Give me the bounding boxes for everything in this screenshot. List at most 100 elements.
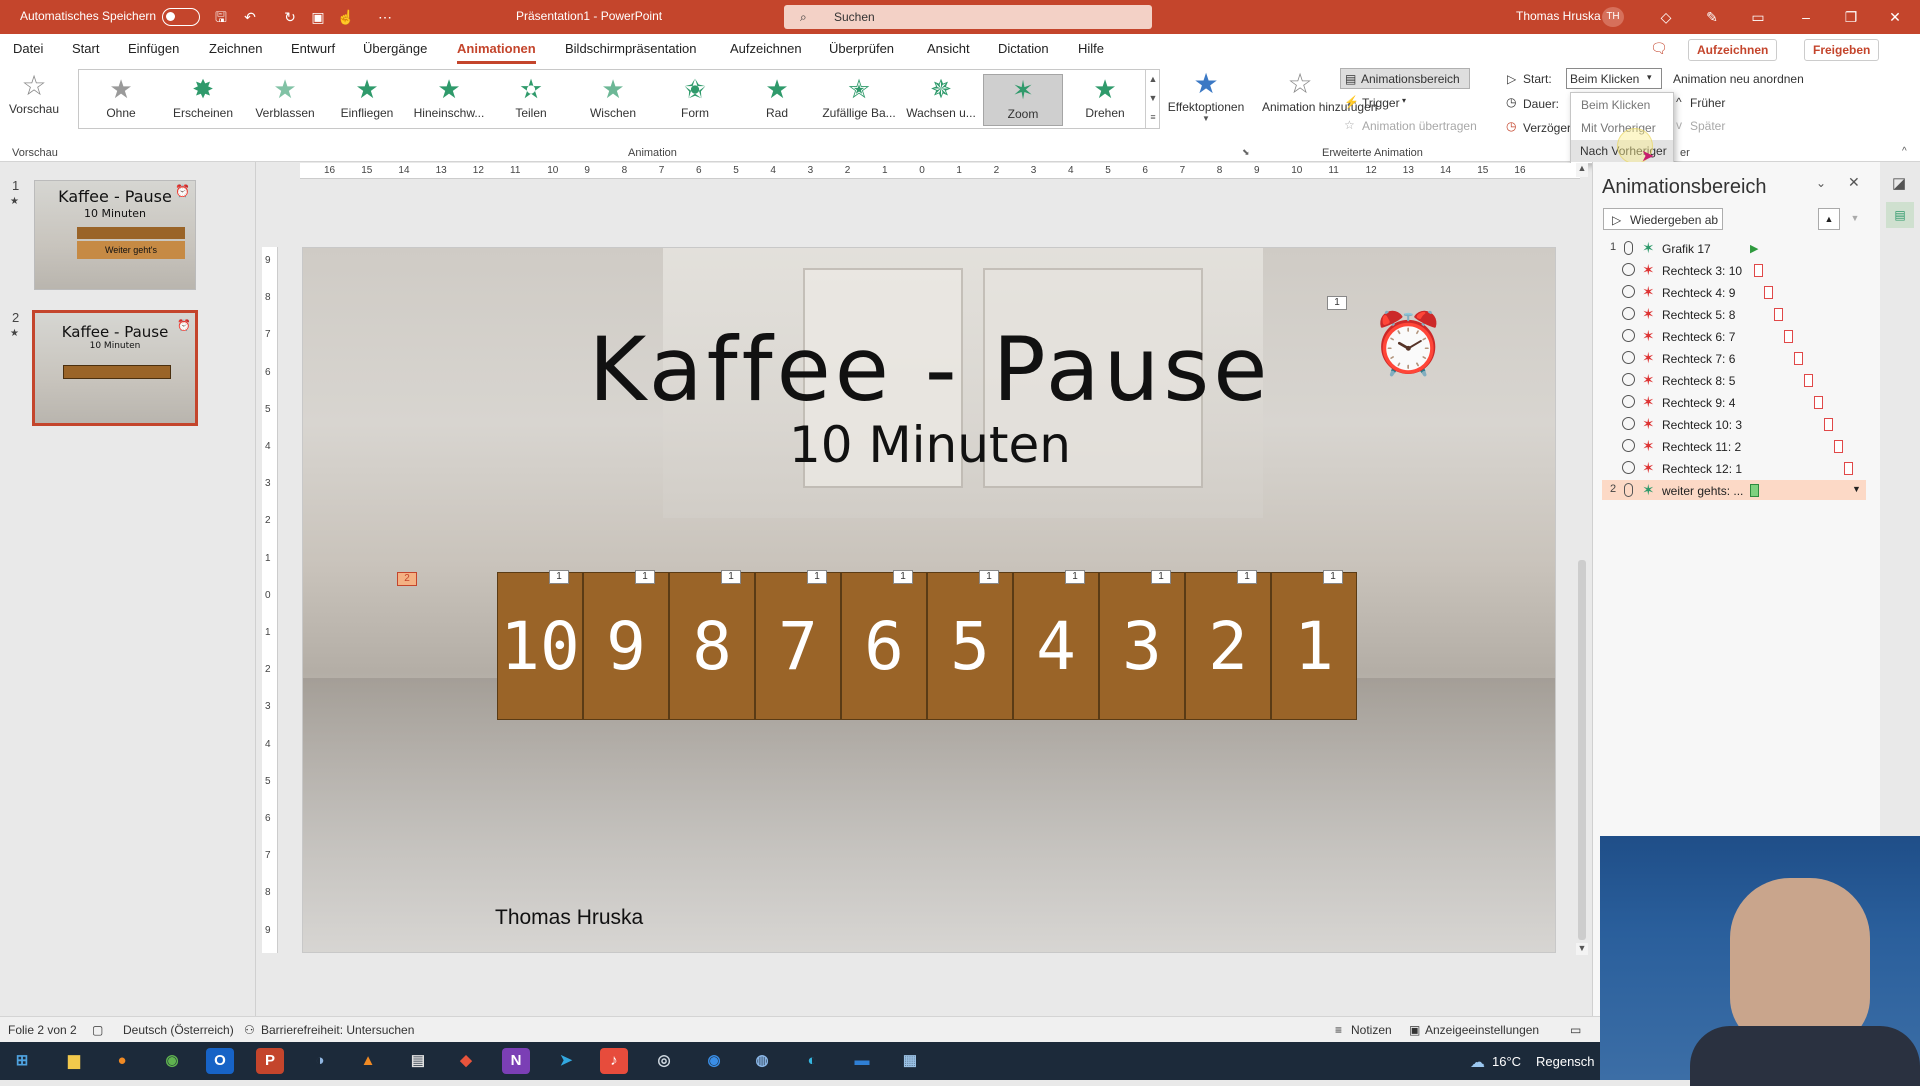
slide-thumbnail-1[interactable]: Kaffee - Pause 10 Minuten Weiter geht's … xyxy=(34,180,196,290)
present-icon[interactable]: ▣ xyxy=(308,7,328,27)
countdown-tile[interactable]: 1 xyxy=(1271,572,1357,720)
collapse-ribbon-icon[interactable]: ^ xyxy=(1902,146,1907,157)
countdown-tile[interactable]: 7 xyxy=(755,572,841,720)
slide-thumbnail-2[interactable]: Kaffee - Pause 10 Minuten ⏰ xyxy=(32,310,198,426)
animation-list-item[interactable]: ✶ Rechteck 9: 4 xyxy=(1602,392,1866,412)
share-button[interactable]: Freigeben xyxy=(1804,39,1880,61)
anim-rad[interactable]: ★ Rad xyxy=(737,74,817,126)
effect-options-button[interactable]: ★ Effektoptionen ▼ xyxy=(1164,68,1248,138)
anim-drehen[interactable]: ★ Drehen xyxy=(1065,74,1145,126)
language[interactable]: Deutsch (Österreich) xyxy=(123,1023,234,1037)
animation-list-item[interactable]: ✶ Rechteck 12: 1 xyxy=(1602,458,1866,478)
anim-ohne[interactable]: ★ Ohne xyxy=(81,74,161,126)
ribbon-display-icon[interactable]: ▭ xyxy=(1748,7,1768,27)
animation-pane-button[interactable]: ▤ Animationsbereich xyxy=(1340,68,1470,89)
tab-start[interactable]: Start xyxy=(72,41,99,56)
chevron-down-icon[interactable]: ▼ xyxy=(1852,484,1861,494)
tab-datei[interactable]: Datei xyxy=(13,41,43,56)
anim-zoom[interactable]: ✶ Zoom xyxy=(983,74,1063,126)
tab-aufzeichnen[interactable]: Aufzeichnen xyxy=(730,41,802,56)
play-from-button[interactable]: ▷ Wiedergeben ab xyxy=(1603,208,1723,230)
anim-verblassen[interactable]: ★ Verblassen xyxy=(245,74,325,126)
animation-list-item[interactable]: ✶ Rechteck 8: 5 xyxy=(1602,370,1866,390)
move-up-button[interactable]: ▲ xyxy=(1818,208,1840,230)
close-icon[interactable]: ✕ xyxy=(1848,174,1860,191)
tab-entwurf[interactable]: Entwurf xyxy=(291,41,335,56)
animation-list-item[interactable]: 1 ✶ Grafik 17 ▶ xyxy=(1602,238,1866,258)
move-later-button[interactable]: v Später xyxy=(1676,118,1746,136)
tab-zeichnen[interactable]: Zeichnen xyxy=(209,41,262,56)
countdown-tile[interactable]: 8 xyxy=(669,572,755,720)
firefox-icon[interactable]: ● xyxy=(108,1048,136,1074)
tab-hilfe[interactable]: Hilfe xyxy=(1078,41,1104,56)
animation-list-item[interactable]: ✶ Rechteck 11: 2 xyxy=(1602,436,1866,456)
animation-painter-button[interactable]: ☆ Animation übertragen xyxy=(1344,118,1494,136)
countdown-tile[interactable]: 10 xyxy=(497,572,583,720)
onenote-icon[interactable]: N xyxy=(502,1048,530,1074)
outlook-icon[interactable]: O xyxy=(206,1048,234,1074)
weather-text[interactable]: Regensch xyxy=(1536,1054,1595,1069)
autosave-toggle[interactable] xyxy=(162,8,200,26)
gallery-scroll[interactable]: ▲ ▼ ≡ xyxy=(1145,70,1160,128)
animation-list-item[interactable]: ✶ Rechteck 6: 7 xyxy=(1602,326,1866,346)
animation-list-item[interactable]: ✶ Rechteck 5: 8 xyxy=(1602,304,1866,324)
app-icon[interactable]: ◎ xyxy=(650,1048,678,1074)
chevron-down-icon[interactable]: ⌄ xyxy=(1816,176,1826,190)
vlc-icon[interactable]: ▲ xyxy=(354,1048,382,1074)
app-icon[interactable]: ◍ xyxy=(748,1048,776,1074)
normal-view-icon[interactable]: ▭ xyxy=(1570,1023,1581,1037)
diamond-icon[interactable]: ◇ xyxy=(1656,7,1676,27)
animation-list-item[interactable]: ✶ Rechteck 7: 6 xyxy=(1602,348,1866,368)
customize-qat-icon[interactable]: ⋯ xyxy=(375,7,395,27)
edge-icon[interactable]: ◐ xyxy=(798,1048,826,1074)
tab-uebergaenge[interactable]: Übergänge xyxy=(363,41,427,56)
app-icon[interactable]: ▦ xyxy=(896,1048,924,1074)
save-icon[interactable]: 🖫 xyxy=(211,7,231,27)
record-button[interactable]: Aufzeichnen xyxy=(1688,39,1778,61)
tab-bildschirmpraesentation[interactable]: Bildschirmpräsentation xyxy=(565,41,697,56)
pen-icon[interactable]: ✎ xyxy=(1702,7,1722,27)
countdown-tile[interactable]: 5 xyxy=(927,572,1013,720)
countdown-tile[interactable]: 4 xyxy=(1013,572,1099,720)
weather-temp[interactable]: 16°C xyxy=(1492,1054,1521,1069)
windows-start-icon[interactable]: ⊞ xyxy=(8,1048,36,1074)
slide-canvas[interactable]: Kaffee - Pause 10 Minuten ⏰ 1 2 Thomas H… xyxy=(302,247,1556,953)
anim-form[interactable]: ✬ Form xyxy=(655,74,735,126)
anim-wachsen[interactable]: ✵ Wachsen u... xyxy=(901,74,981,126)
minimize-icon[interactable]: – xyxy=(1791,6,1821,28)
restore-icon[interactable]: ❐ xyxy=(1836,6,1866,28)
word-icon[interactable]: ▬ xyxy=(848,1048,876,1074)
animation-list-item[interactable]: 2 ✶ weiter gehts: ... ▼ xyxy=(1602,480,1866,500)
dialog-launcher-icon[interactable]: ⬊ xyxy=(1242,147,1250,158)
chrome-icon[interactable]: ◉ xyxy=(158,1048,186,1074)
vertical-scrollbar[interactable] xyxy=(1578,560,1586,940)
app-icon[interactable]: ▤ xyxy=(404,1048,432,1074)
anim-wischen[interactable]: ★ Wischen xyxy=(573,74,653,126)
anim-einfliegen[interactable]: ★ Einfliegen xyxy=(327,74,407,126)
slide-author[interactable]: Thomas Hruska xyxy=(495,906,643,930)
telegram-icon[interactable]: ➤ xyxy=(552,1048,580,1074)
move-down-button[interactable]: ▼ xyxy=(1844,208,1866,230)
countdown-tile[interactable]: 3 xyxy=(1099,572,1185,720)
anim-zufaellige-balken[interactable]: ✭ Zufällige Ba... xyxy=(819,74,899,126)
powerpoint-icon[interactable]: P xyxy=(256,1048,284,1074)
scroll-down-icon[interactable]: ▼ xyxy=(1576,943,1588,955)
animation-list-item[interactable]: ✶ Rechteck 3: 10 xyxy=(1602,260,1866,280)
anim-hineinschweben[interactable]: ★ Hineinschw... xyxy=(409,74,489,126)
app-icon[interactable]: ♪ xyxy=(600,1048,628,1074)
spellcheck-icon[interactable]: ▢ xyxy=(92,1023,103,1037)
avatar[interactable]: TH xyxy=(1602,7,1624,27)
add-animation-button[interactable]: ☆ Animation hinzufügen xyxy=(1262,68,1377,140)
accessibility[interactable]: Barrierefreiheit: Untersuchen xyxy=(261,1023,414,1037)
tab-dictation[interactable]: Dictation xyxy=(998,41,1049,56)
move-earlier-button[interactable]: ^ Früher xyxy=(1676,95,1746,113)
animation-list-item[interactable]: ✶ Rechteck 10: 3 xyxy=(1602,414,1866,434)
start-select[interactable]: Beim Klicken ▾ xyxy=(1566,68,1662,89)
undo-icon[interactable]: ↶ xyxy=(240,7,260,27)
countdown-tile[interactable]: 2 xyxy=(1185,572,1271,720)
slide-title[interactable]: Kaffee - Pause xyxy=(303,318,1555,421)
app-icon[interactable]: ◉ xyxy=(700,1048,728,1074)
display-settings[interactable]: Anzeigeeinstellungen xyxy=(1425,1023,1539,1037)
trigger-button[interactable]: ⚡ Trigger ▾ xyxy=(1344,95,1434,113)
designer-icon[interactable]: ◪ xyxy=(1892,174,1906,192)
